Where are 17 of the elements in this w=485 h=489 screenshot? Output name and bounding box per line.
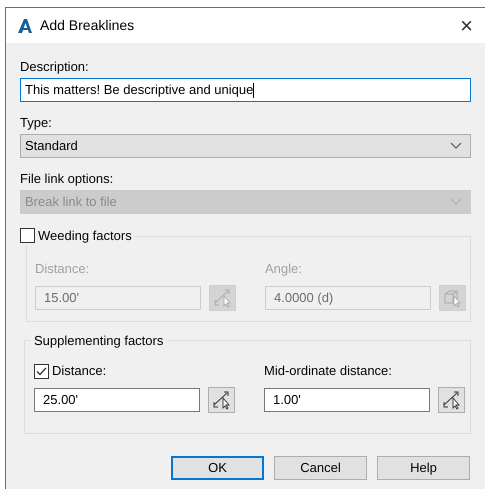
field-label: Description: <box>20 58 90 75</box>
input-field[interactable]: 1.00' <box>264 388 430 412</box>
input-field[interactable]: 25.00' <box>34 388 200 412</box>
group-label: Weeding factors <box>38 227 132 245</box>
field-label: Mid-ordinate distance: <box>264 362 392 380</box>
field-label: Distance: <box>35 260 90 278</box>
dialog-button[interactable]: OK <box>171 456 264 480</box>
field-label: File link options: <box>20 170 114 187</box>
window-title: Add Breaklines <box>40 16 136 35</box>
field-label: Angle: <box>265 260 302 278</box>
dialog-button[interactable]: Help <box>377 456 470 480</box>
field-label: Type: <box>20 114 53 131</box>
field-label: Distance: <box>52 362 106 380</box>
dropdown[interactable]: Standard <box>20 134 471 158</box>
close-button[interactable]: × <box>456 14 477 36</box>
dialog-button[interactable]: Cancel <box>274 456 367 480</box>
input-field[interactable]: This matters! Be descriptive and unique <box>20 78 471 102</box>
